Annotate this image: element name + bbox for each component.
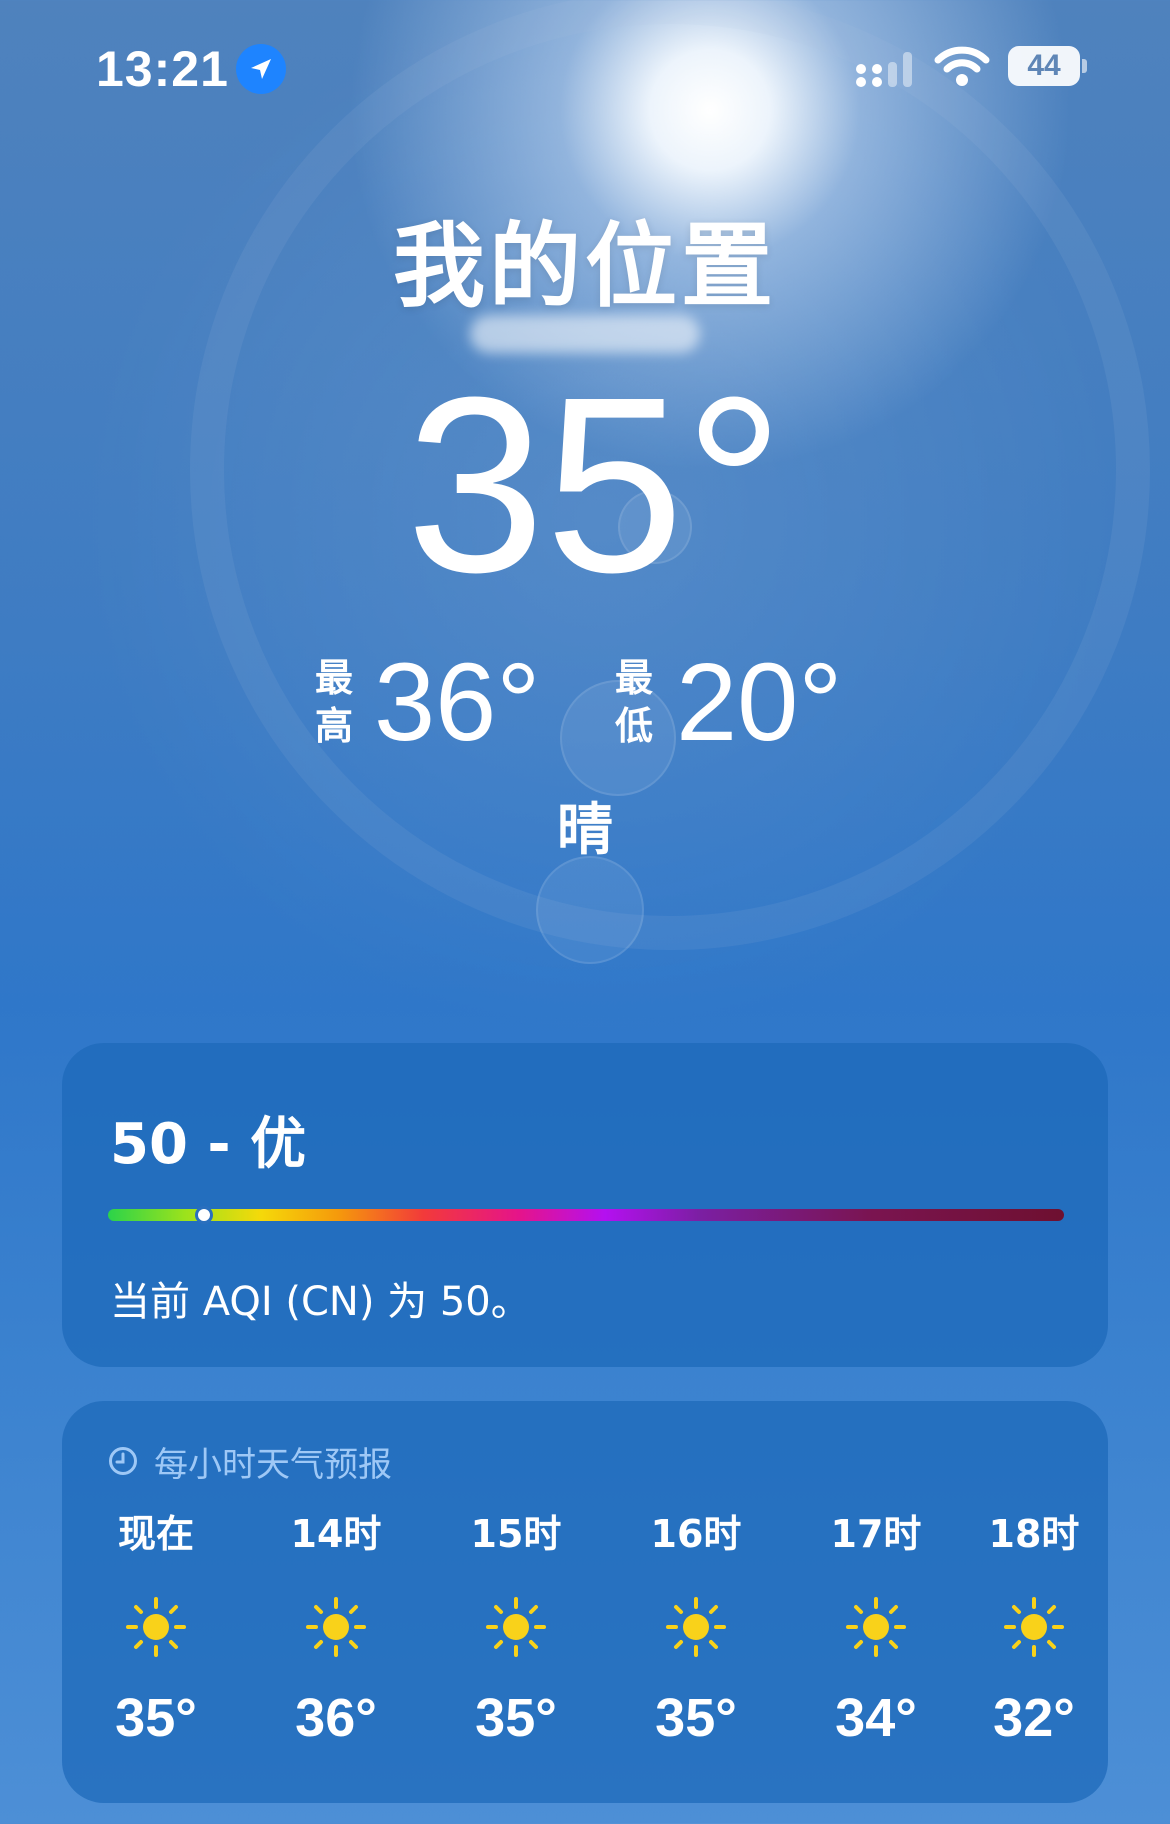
hour-item: 17时 34° <box>806 1509 946 1749</box>
sun-icon <box>1004 1597 1064 1657</box>
aqi-scale-bar <box>108 1209 1064 1221</box>
hour-temperature: 36° <box>295 1688 377 1748</box>
high-low-row: 最高 36° 最低 20° <box>0 648 1170 758</box>
location-title: 我的位置 <box>392 213 777 320</box>
hour-item: 现在 35° <box>86 1509 226 1749</box>
aqi-card[interactable]: 50 - 优 当前 AQI (CN) 为 50。 <box>62 1043 1108 1367</box>
hour-temperature: 35° <box>115 1688 197 1748</box>
sun-icon <box>306 1597 366 1657</box>
hour-label: 现在 <box>117 1512 194 1556</box>
aqi-value: 50 - 优 <box>110 1112 307 1177</box>
hour-label: 17时 <box>830 1512 922 1556</box>
sun-icon <box>666 1597 726 1657</box>
lens-flare <box>536 856 644 964</box>
clock-icon <box>109 1447 137 1475</box>
low-label: 最低 <box>614 656 653 748</box>
low-temperature: 20° <box>676 641 843 764</box>
hourly-forecast-card[interactable]: 每小时天气预报 现在 35° 14时 36° 15时 35° 16时 35° 1… <box>62 1401 1108 1803</box>
hour-temperature: 35° <box>475 1688 557 1748</box>
hourly-header: 每小时天气预报 <box>108 1439 392 1485</box>
weather-condition: 晴 <box>557 798 613 863</box>
hour-item: 18时 32° <box>964 1509 1104 1749</box>
hour-item: 15时 35° <box>446 1509 586 1749</box>
hour-label: 16时 <box>650 1512 742 1556</box>
status-bar: 13:21 44 <box>0 0 1170 140</box>
hour-label: 18时 <box>988 1512 1080 1556</box>
location-arrow-icon <box>236 44 286 94</box>
hour-item: 16时 35° <box>626 1509 766 1749</box>
hour-item: 14时 36° <box>266 1509 406 1749</box>
aqi-description: 当前 AQI (CN) 为 50。 <box>110 1279 531 1325</box>
current-temperature: 35° <box>405 345 785 624</box>
battery-level: 44 <box>1027 49 1061 82</box>
sun-icon <box>486 1597 546 1657</box>
sun-icon <box>126 1597 186 1657</box>
hour-temperature: 35° <box>655 1688 737 1748</box>
status-time: 13:21 <box>96 41 229 97</box>
hour-label: 15时 <box>470 1512 562 1556</box>
hourly-header-label: 每小时天气预报 <box>154 1444 392 1485</box>
high-label: 最高 <box>314 656 353 748</box>
aqi-indicator <box>194 1206 213 1224</box>
wifi-icon <box>934 44 990 88</box>
cellular-signal-icon <box>853 48 917 90</box>
sun-icon <box>846 1597 906 1657</box>
hour-temperature: 34° <box>835 1688 917 1748</box>
battery-icon: 44 <box>1008 46 1088 86</box>
hour-temperature: 32° <box>993 1688 1075 1748</box>
hour-label: 14时 <box>290 1512 382 1556</box>
high-temperature: 36° <box>374 641 541 764</box>
